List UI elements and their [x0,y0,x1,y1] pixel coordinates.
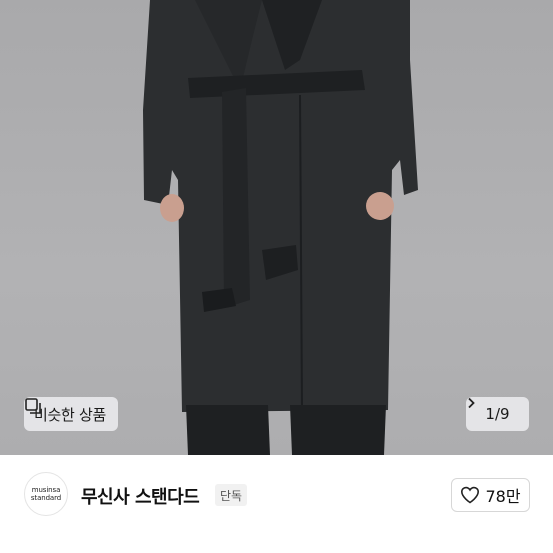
similar-products-label: 비슷한 상품 [34,405,106,424]
brand-logo-line1: musinsa [31,486,61,494]
like-count: 78만 [485,487,521,506]
coat-photo [143,0,418,455]
exclusive-badge: 단독 [215,484,248,506]
image-pager-button[interactable]: 1/9 [466,397,529,431]
brand-logo-line2: standard [30,494,62,502]
brand-bar: musinsa standard 무신사 스탠다드 단독 78만 [0,455,553,553]
like-button[interactable]: 78만 [451,478,530,512]
brand-name[interactable]: 무신사 스탠다드 [81,483,200,509]
product-detail-page: 비슷한 상품 1/9 musinsa standard 무신사 스탠다드 단독 … [0,0,553,553]
brand-logo[interactable]: musinsa standard [24,472,68,516]
product-image[interactable]: 비슷한 상품 1/9 [0,0,553,455]
heart-outline-icon [461,486,480,504]
image-pager-count: 1/9 [485,405,510,423]
chevron-right-icon [468,397,475,409]
similar-products-button[interactable]: 비슷한 상품 [24,397,118,431]
similar-products-icon [25,398,41,414]
